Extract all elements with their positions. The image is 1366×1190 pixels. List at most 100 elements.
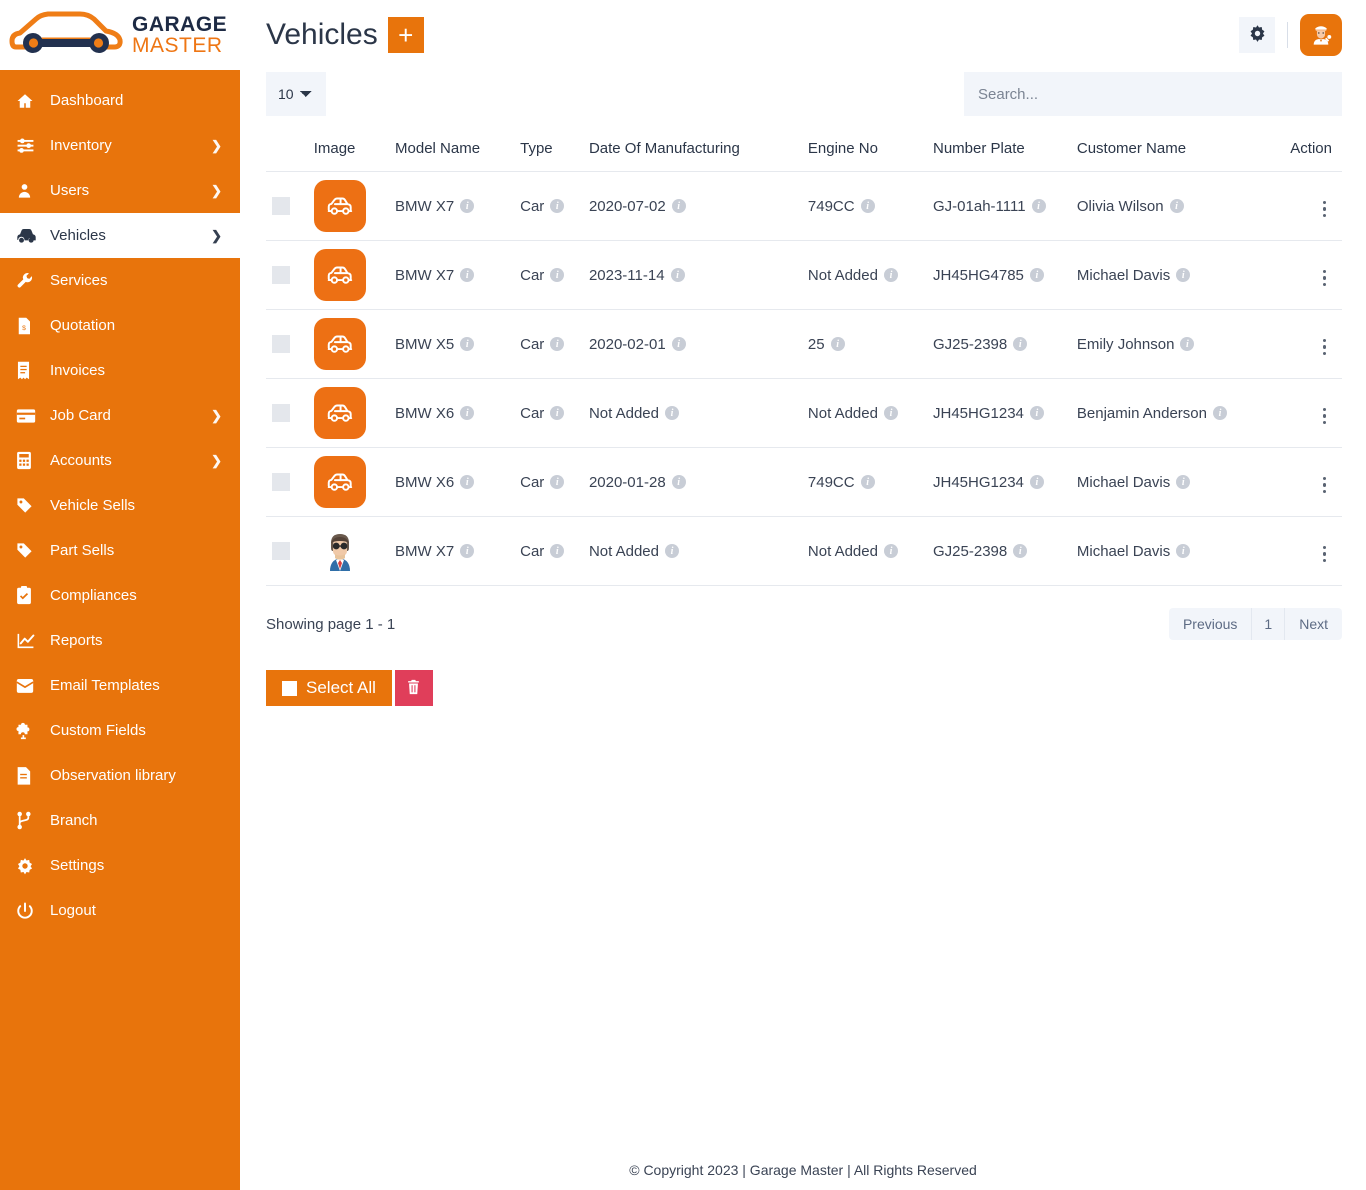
row-checkbox[interactable] [272,197,290,216]
info-icon[interactable]: i [1029,475,1044,489]
sidebar-item-invoices[interactable]: Invoices [0,348,240,393]
brand-logo[interactable]: GARAGE MASTER [0,0,240,70]
info-icon[interactable]: i [860,199,875,213]
sidebar-label: Vehicles [50,227,106,244]
sidebar-item-services[interactable]: Services [0,258,240,303]
info-icon[interactable]: i [1029,406,1044,420]
vehicles-table: Image Model Name Type Date Of Manufactur… [266,132,1342,586]
row-checkbox[interactable] [272,335,290,354]
info-icon[interactable]: i [665,406,679,420]
row-action-menu-button[interactable] [1319,473,1337,498]
row-action-cell [1279,517,1342,586]
info-icon[interactable]: i [550,406,565,420]
info-icon[interactable]: i [883,406,898,420]
sidebar-item-users[interactable]: Users ❯ [0,168,240,213]
trash-icon [406,679,421,698]
sidebar-item-vehicles[interactable]: Vehicles ❯ [0,213,240,258]
info-icon[interactable]: i [860,475,875,489]
sidebar-item-job-card[interactable]: Job Card ❯ [0,393,240,438]
info-icon[interactable]: i [460,337,475,351]
car-thumbnail-icon [313,180,366,232]
pagination-page-1-button[interactable]: 1 [1251,608,1286,640]
row-checkbox[interactable] [272,542,290,561]
header-divider [1287,22,1288,48]
info-icon[interactable]: i [671,475,686,489]
row-type-cell: Car i [514,172,583,241]
info-icon[interactable]: i [1013,337,1028,351]
row-action-cell [1279,172,1342,241]
row-checkbox[interactable] [272,473,290,492]
bulk-delete-button[interactable] [394,670,433,706]
info-icon[interactable]: i [1176,268,1191,282]
info-icon[interactable]: i [883,544,898,558]
info-icon[interactable]: i [665,544,679,558]
info-icon[interactable]: i [1212,406,1227,420]
sidebar-item-settings[interactable]: Settings [0,843,240,888]
info-icon[interactable]: i [550,475,565,489]
info-icon[interactable]: i [671,337,686,351]
sidebar-item-inventory[interactable]: Inventory ❯ [0,123,240,168]
pagination-previous-button[interactable]: Previous [1168,608,1252,640]
info-icon[interactable]: i [550,544,565,558]
sidebar-item-email-templates[interactable]: Email Templates [0,663,240,708]
info-icon[interactable]: i [830,337,845,351]
info-icon[interactable]: i [1013,544,1028,558]
row-action-menu-button[interactable] [1319,197,1337,222]
row-plate-cell: GJ25-2398 i [927,310,1071,379]
info-icon[interactable]: i [550,337,565,351]
row-action-menu-button[interactable] [1319,404,1337,429]
sidebar-item-reports[interactable]: Reports [0,618,240,663]
sidebar-item-custom-fields[interactable]: Custom Fields [0,708,240,753]
row-action-menu-button[interactable] [1319,542,1337,567]
row-model-value: BMW X7 [395,197,455,215]
info-icon[interactable]: i [550,199,565,213]
row-checkbox[interactable] [272,266,290,285]
table-row: BMW X7 i Car i Not Added i Not Added i GJ25-2398… [266,517,1342,586]
info-icon[interactable]: i [883,268,898,282]
info-icon[interactable]: i [1176,475,1191,489]
info-icon[interactable]: i [460,199,475,213]
page-length-select[interactable]: 10 [266,72,326,116]
sidebar-item-dashboard[interactable]: Dashboard [0,78,240,123]
sidebar-item-accounts[interactable]: Accounts ❯ [0,438,240,483]
sidebar-item-compliances[interactable]: Compliances [0,573,240,618]
info-icon[interactable]: i [1031,199,1046,213]
pagination-next-button[interactable]: Next [1285,608,1342,640]
info-icon[interactable]: i [671,199,686,213]
row-type-value: Car [520,473,545,491]
select-all-button[interactable]: Select All [266,670,392,706]
mechanic-avatar-icon [1308,21,1334,50]
info-icon[interactable]: i [460,475,475,489]
sidebar: GARAGE MASTER Dashboard Inventory ❯ User… [0,0,240,1190]
sidebar-item-logout[interactable]: Logout [0,888,240,933]
info-icon[interactable]: i [1176,544,1191,558]
info-icon[interactable]: i [670,268,685,282]
row-action-menu-button[interactable] [1319,266,1337,291]
search-input[interactable] [964,72,1342,116]
sidebar-item-observation-library[interactable]: Observation library [0,753,240,798]
calculator-icon [16,451,42,470]
sidebar-item-vehicle-sells[interactable]: Vehicle Sells [0,483,240,528]
info-icon[interactable]: i [1029,268,1044,282]
info-icon[interactable]: i [550,268,565,282]
sidebar-label: Part Sells [50,542,115,559]
add-vehicle-button[interactable]: + [387,17,424,53]
row-checkbox[interactable] [272,404,290,423]
info-icon[interactable]: i [460,268,475,282]
row-action-menu-button[interactable] [1319,335,1337,360]
info-icon[interactable]: i [1180,337,1195,351]
settings-button[interactable] [1239,17,1275,53]
sidebar-item-branch[interactable]: Branch [0,798,240,843]
user-avatar-button[interactable] [1300,14,1342,56]
car-icon [16,225,42,246]
info-icon[interactable]: i [1169,199,1184,213]
row-engine-cell: Not Added i [802,517,927,586]
sidebar-item-part-sells[interactable]: Part Sells [0,528,240,573]
info-icon[interactable]: i [460,406,475,420]
sidebar-label: Services [50,272,108,289]
row-select-cell [266,448,308,517]
chevron-right-icon: ❯ [211,137,222,153]
info-icon[interactable]: i [460,544,475,558]
chart-line-icon [16,632,42,650]
sidebar-item-quotation[interactable]: $ Quotation [0,303,240,348]
